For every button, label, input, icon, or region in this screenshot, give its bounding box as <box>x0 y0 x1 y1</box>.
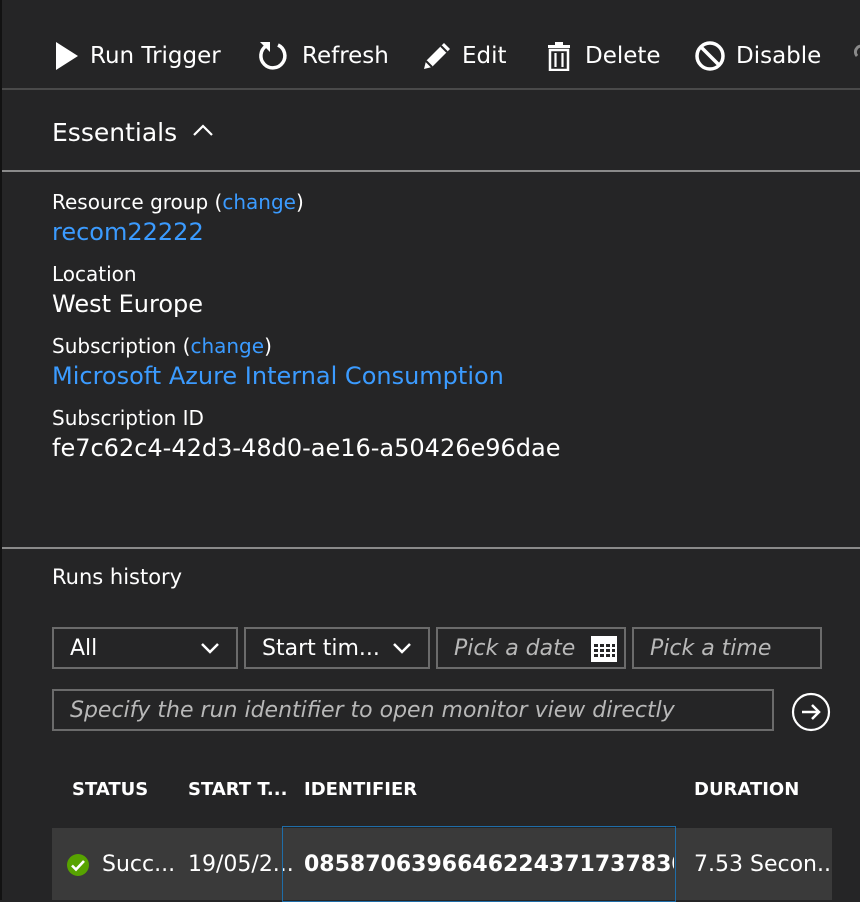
resource-group-label-row: Resource group (change) <box>52 190 304 214</box>
run-trigger-label: Run Trigger <box>90 43 221 69</box>
row-identifier[interactable]: 08587063966462243717378305… <box>304 852 674 877</box>
date-picker-input[interactable]: Pick a date <box>436 627 626 669</box>
disable-label: Disable <box>736 43 822 69</box>
time-filter-value: Start tim... <box>262 635 380 661</box>
edit-label: Edit <box>462 43 507 69</box>
subscription-change-link[interactable]: change <box>190 334 264 358</box>
pencil-icon <box>424 43 450 69</box>
time-picker-input[interactable]: Pick a time <box>632 627 822 669</box>
more-commands-icon[interactable] <box>854 44 860 58</box>
date-picker-placeholder: Pick a date <box>454 635 576 661</box>
section-divider <box>2 547 860 549</box>
column-header-duration[interactable]: DURATION <box>694 779 799 800</box>
disable-icon <box>695 41 725 71</box>
success-check-icon <box>67 854 89 876</box>
subscription-label: Subscription <box>52 334 177 358</box>
chevron-up-icon[interactable] <box>192 123 214 137</box>
trash-icon <box>548 42 570 71</box>
refresh-label: Refresh <box>302 43 389 69</box>
time-filter-dropdown[interactable]: Start tim... <box>244 627 430 669</box>
chevron-down-icon <box>393 643 411 654</box>
time-picker-placeholder: Pick a time <box>650 635 772 661</box>
row-start-time: 19/05/2... <box>188 852 294 877</box>
delete-label: Delete <box>585 43 661 69</box>
subscription-id-label: Subscription ID <box>52 406 204 430</box>
essentials-header[interactable]: Essentials <box>2 90 860 172</box>
subscription-label-row: Subscription (change) <box>52 334 272 358</box>
command-toolbar: Run Trigger Refresh Edit Delete Disable <box>2 0 860 90</box>
run-id-input[interactable]: Specify the run identifier to open monit… <box>52 689 774 731</box>
resource-group-change-link[interactable]: change <box>222 190 296 214</box>
refresh-button[interactable]: Refresh <box>256 36 389 76</box>
resource-group-link[interactable]: recom22222 <box>52 218 204 246</box>
play-icon <box>56 42 78 70</box>
status-filter-value: All <box>70 635 98 661</box>
resource-group-label: Resource group <box>52 190 209 214</box>
runs-history-title: Runs history <box>52 565 183 589</box>
disable-button[interactable]: Disable <box>694 36 821 76</box>
column-header-start-time[interactable]: START T... <box>188 779 287 800</box>
run-id-placeholder: Specify the run identifier to open monit… <box>70 697 675 723</box>
location-label: Location <box>52 262 137 286</box>
delete-button[interactable]: Delete <box>547 36 661 76</box>
row-duration: 7.53 Secon... <box>694 852 830 877</box>
chevron-down-icon <box>201 643 219 654</box>
column-header-status[interactable]: STATUS <box>72 779 148 800</box>
table-row[interactable]: Succ... 19/05/2... 085870639664622437173… <box>52 826 832 902</box>
subscription-link[interactable]: Microsoft Azure Internal Consumption <box>52 362 504 390</box>
column-header-identifier[interactable]: IDENTIFIER <box>304 779 417 800</box>
arrow-right-circle-icon[interactable] <box>791 692 831 732</box>
calendar-icon[interactable] <box>590 635 618 663</box>
essentials-title: Essentials <box>52 118 178 147</box>
run-trigger-button[interactable]: Run Trigger <box>54 36 221 76</box>
edit-button[interactable]: Edit <box>420 36 507 76</box>
subscription-id-value: fe7c62c4-42d3-48d0-ae16-a50426e96dae <box>52 434 561 462</box>
location-value: West Europe <box>52 290 204 318</box>
row-status: Succ... <box>102 852 176 877</box>
status-filter-dropdown[interactable]: All <box>52 627 238 669</box>
refresh-icon <box>259 42 287 70</box>
